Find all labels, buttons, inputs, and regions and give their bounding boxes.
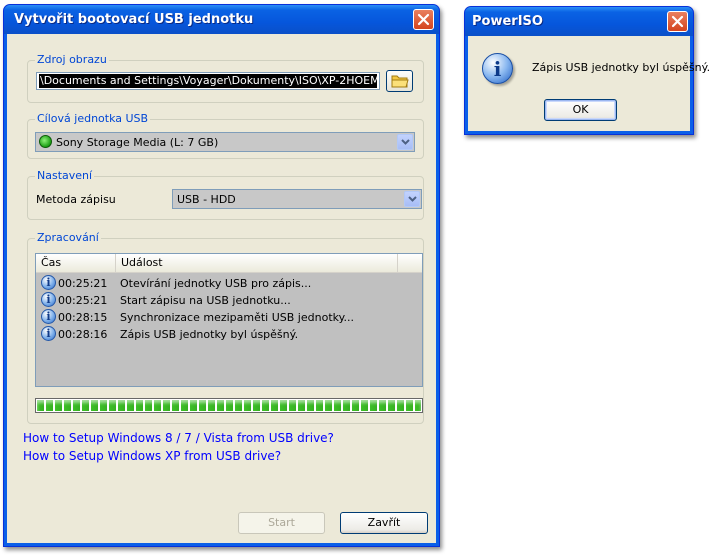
settings-group-label: Nastavení: [35, 169, 95, 182]
usb-drive-value: Sony Storage Media (L: 7 GB): [56, 136, 219, 149]
column-header-time[interactable]: Čas: [36, 254, 116, 273]
write-progress-fill: [37, 400, 421, 411]
chevron-down-icon: [408, 196, 417, 202]
start-button[interactable]: Start: [238, 512, 325, 534]
processing-group: Zpracování Čas Událost i 00:25:21 Otevír…: [27, 231, 424, 424]
window-title: Vytvořit bootovací USB jednotku: [14, 12, 254, 27]
usb-drive-select[interactable]: Sony Storage Media (L: 7 GB): [35, 132, 415, 152]
processing-group-label: Zpracování: [35, 231, 101, 244]
close-button[interactable]: Zavřít: [340, 512, 428, 534]
table-row[interactable]: i 00:25:21 Start zápisu na USB jednotku.…: [36, 292, 422, 309]
column-header-event[interactable]: Událost: [116, 254, 398, 273]
chevron-down-icon: [401, 139, 410, 145]
message-box-client-area: i Zápis USB jednotky byl úspěšný. OK: [468, 36, 709, 131]
info-icon: i: [41, 292, 56, 307]
info-icon: i: [482, 53, 513, 84]
info-icon: i: [41, 309, 56, 324]
link-setup-winxp[interactable]: How to Setup Windows XP from USB drive?: [23, 449, 281, 463]
event-text: Zápis USB jednotky byl úspěšný.: [120, 328, 299, 341]
close-window-button[interactable]: [413, 9, 434, 30]
event-time: 00:25:21: [58, 277, 108, 290]
link-setup-win8-7-vista[interactable]: How to Setup Windows 8 / 7 / Vista from …: [23, 431, 334, 445]
usb-drive-icon: [39, 135, 52, 148]
event-text: Start zápisu na USB jednotku...: [120, 294, 291, 307]
source-image-group: Zdroj obrazu \Documents and Settings\Voy…: [27, 53, 424, 103]
title-bar[interactable]: Vytvořit bootovací USB jednotku: [4, 5, 439, 34]
info-icon: i: [41, 275, 56, 290]
table-row[interactable]: i 00:28:16 Zápis USB jednotky byl úspěšn…: [36, 326, 422, 343]
folder-icon: [391, 75, 409, 88]
event-time: 00:28:15: [58, 311, 108, 324]
table-row[interactable]: i 00:28:15 Synchronizace mezipaměti USB …: [36, 309, 422, 326]
message-box-title-bar[interactable]: PowerISO: [465, 7, 693, 36]
event-log-header: Čas Událost: [36, 254, 422, 273]
image-path-value: \Documents and Settings\Voyager\Dokument…: [39, 74, 377, 88]
source-image-group-label: Zdroj obrazu: [35, 53, 109, 66]
message-box-title: PowerISO: [472, 14, 543, 29]
write-progress-bar: [35, 398, 423, 413]
ok-button[interactable]: OK: [544, 99, 617, 121]
create-usb-window: Vytvořit bootovací USB jednotku Zdroj ob…: [3, 4, 440, 547]
event-time: 00:28:16: [58, 328, 108, 341]
target-usb-group: Cílová jednotka USB Sony Storage Media (…: [27, 112, 424, 159]
window-client-area: Zdroj obrazu \Documents and Settings\Voy…: [7, 34, 436, 543]
usb-drive-dropdown-button[interactable]: [397, 134, 413, 150]
event-text: Otevírání jednotky USB pro zápis...: [120, 277, 312, 290]
close-icon: [417, 13, 430, 26]
event-log-list[interactable]: Čas Událost i 00:25:21 Otevírání jednotk…: [35, 253, 423, 387]
settings-group: Nastavení Metoda zápisu USB - HDD: [27, 169, 424, 220]
info-icon: i: [41, 326, 56, 341]
write-method-label: Metoda zápisu: [36, 193, 116, 206]
message-box-text: Zápis USB jednotky byl úspěšný.: [532, 61, 709, 74]
event-time: 00:25:21: [58, 294, 108, 307]
table-row[interactable]: i 00:25:21 Otevírání jednotky USB pro zá…: [36, 275, 422, 292]
browse-image-button[interactable]: [386, 70, 413, 92]
message-box-window: PowerISO i Zápis USB jednotky byl úspěšn…: [464, 6, 709, 135]
message-box-close-button[interactable]: [667, 11, 688, 32]
close-icon: [671, 15, 684, 28]
target-usb-group-label: Cílová jednotka USB: [35, 112, 151, 125]
write-method-select[interactable]: USB - HDD: [172, 189, 422, 209]
write-method-value: USB - HDD: [177, 193, 236, 206]
event-text: Synchronizace mezipaměti USB jednotky...: [120, 311, 355, 324]
image-path-input[interactable]: \Documents and Settings\Voyager\Dokument…: [36, 72, 380, 90]
write-method-dropdown-button[interactable]: [404, 191, 420, 207]
